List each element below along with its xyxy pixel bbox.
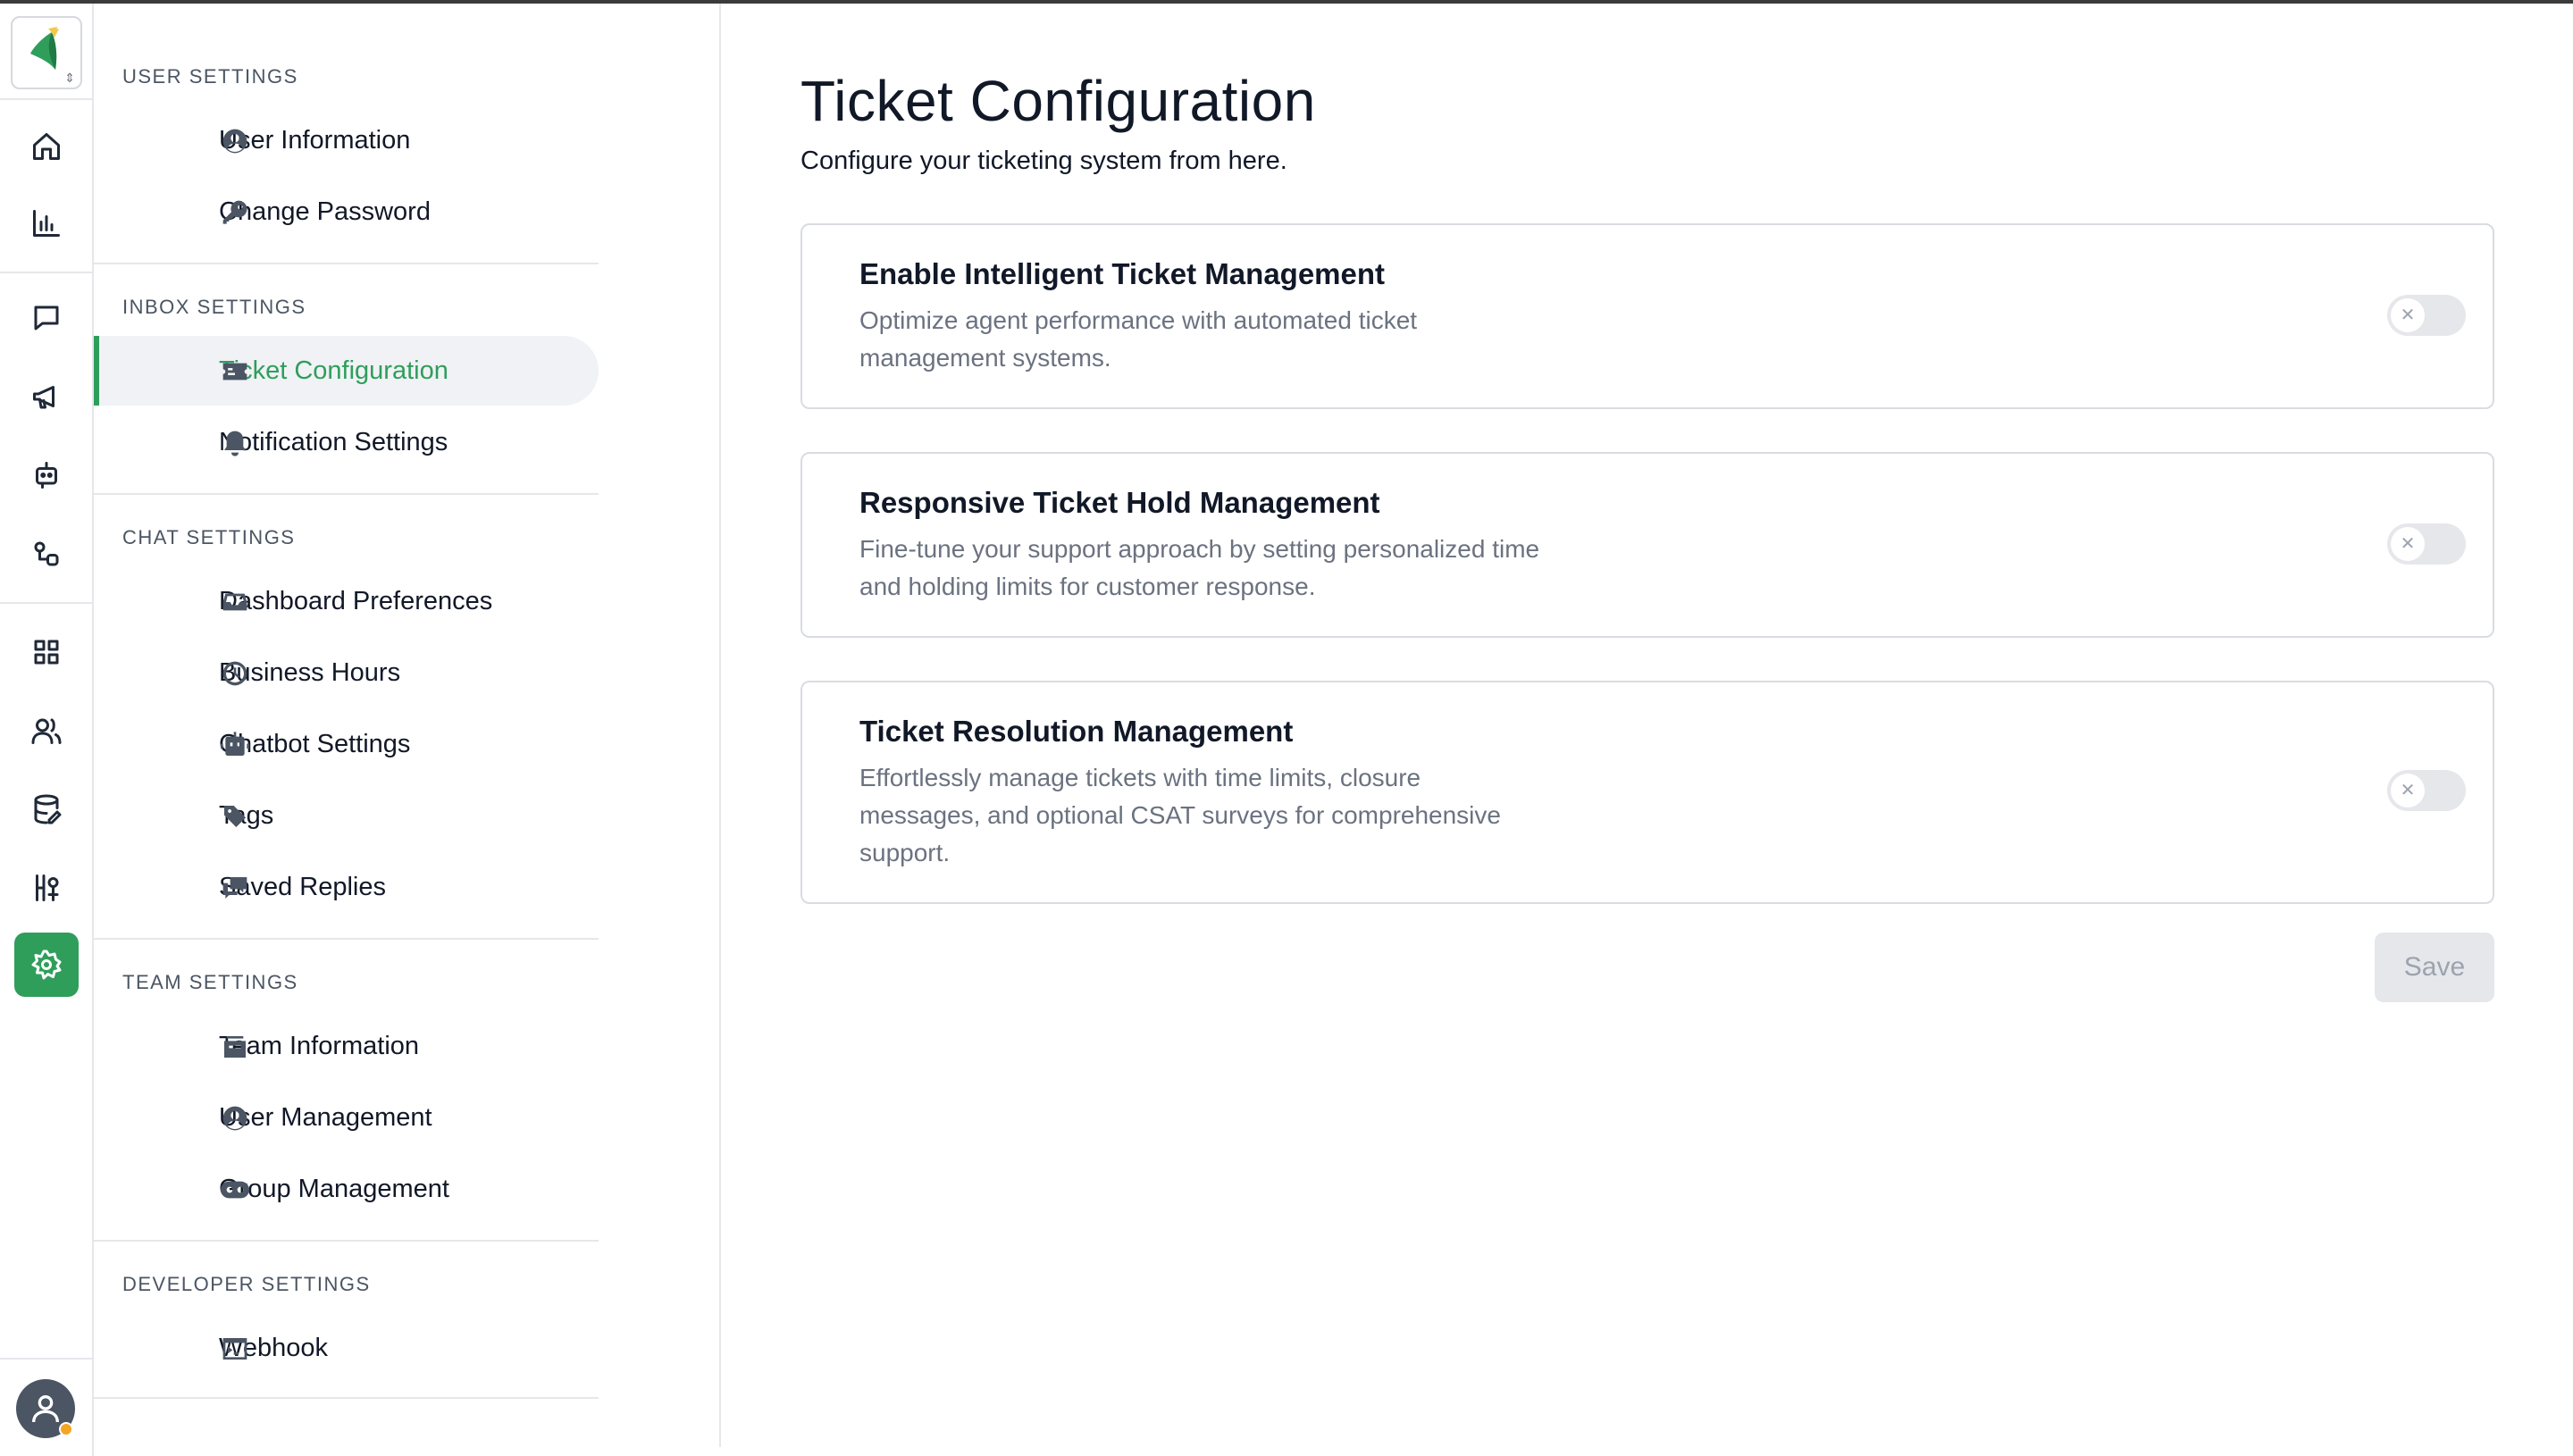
card-description: Fine-tune your support approach by setti…: [859, 531, 1539, 606]
rail-divider: [0, 602, 92, 604]
card-description-line: Optimize agent performance with automate…: [859, 306, 1418, 334]
group-icon: [221, 1176, 249, 1204]
database-icon[interactable]: [21, 784, 71, 834]
close-icon: ✕: [2391, 298, 2425, 332]
nav-item-label: Change Password: [219, 197, 431, 226]
nav-item-tags[interactable]: Tags: [94, 781, 599, 850]
bot-icon[interactable]: [21, 450, 71, 500]
nav-item-team-information[interactable]: Team Information: [94, 1011, 599, 1081]
user-circle-icon: [221, 127, 249, 155]
analytics-icon[interactable]: [21, 198, 71, 248]
card-title: Enable Intelligent Ticket Management: [859, 257, 1386, 290]
megaphone-icon[interactable]: [21, 372, 71, 422]
nav-item-notification-settings[interactable]: Notification Settings: [94, 407, 599, 477]
ticket-resolution-management-toggle[interactable]: ✕: [2387, 770, 2466, 811]
terminal-icon: [221, 1335, 249, 1363]
section-title-user-settings: USER SETTINGS: [122, 65, 298, 88]
nav-item-label: User Management: [219, 1102, 432, 1132]
nav-divider: [94, 938, 599, 940]
nav-item-saved-replies[interactable]: Saved Replies: [94, 852, 599, 922]
nav-divider: [94, 493, 599, 495]
rail-divider: [0, 272, 92, 273]
card-description: Optimize agent performance with automate…: [859, 302, 1417, 377]
ticket-hold-management-toggle[interactable]: ✕: [2387, 523, 2466, 565]
setting-card-ticket-resolution-management: Ticket Resolution Management Effortlessl…: [800, 681, 2494, 904]
card-title: Ticket Resolution Management: [859, 715, 1294, 748]
nav-item-change-password[interactable]: Change Password: [94, 177, 599, 247]
nav-item-ticket-configuration[interactable]: Ticket Configuration: [94, 336, 599, 406]
section-title-chat-settings: CHAT SETTINGS: [122, 526, 296, 548]
card-description-line: Fine-tune your support approach by setti…: [859, 535, 1540, 563]
nav-item-label: Group Management: [219, 1174, 449, 1203]
chevron-updown-icon: ⇕: [64, 71, 75, 85]
inbox-icon: [221, 588, 249, 616]
chat-bubbles-icon: [221, 874, 249, 902]
nav-item-chatbot-settings[interactable]: Chatbot Settings: [94, 709, 599, 779]
team-icon: [221, 1033, 249, 1061]
page-subtitle: Configure your ticketing system from her…: [800, 146, 1287, 175]
card-description-line: messages, and optional CSAT surveys for …: [859, 801, 1501, 829]
card-description-line: and holding limits for customer response…: [859, 573, 1316, 600]
app-logo-icon: [30, 27, 59, 70]
user-circle-icon: [221, 1104, 249, 1133]
nav-item-user-information[interactable]: User Information: [94, 105, 599, 175]
nav-item-webhook[interactable]: Webhook: [94, 1313, 599, 1383]
setting-card-ticket-hold-management: Responsive Ticket Hold Management Fine-t…: [800, 452, 2494, 638]
rail-divider: [0, 98, 92, 100]
settings-gear-icon[interactable]: [14, 933, 79, 997]
save-button[interactable]: Save: [2375, 933, 2494, 1002]
user-icon: [32, 1395, 59, 1423]
chat-icon[interactable]: [21, 293, 71, 343]
nav-item-label: Dashboard Preferences: [219, 586, 493, 615]
section-title-developer-settings: DEVELOPER SETTINGS: [122, 1273, 371, 1295]
rail-divider: [0, 1358, 92, 1360]
clock-icon: [221, 659, 249, 688]
intelligent-ticket-management-toggle[interactable]: ✕: [2387, 295, 2466, 336]
card-description-line: management systems.: [859, 344, 1111, 372]
contacts-icon[interactable]: [21, 706, 71, 756]
workflow-icon[interactable]: [21, 529, 71, 579]
setting-card-intelligent-ticket-management: Enable Intelligent Ticket Management Opt…: [800, 223, 2494, 409]
section-title-inbox-settings: INBOX SETTINGS: [122, 296, 306, 318]
nav-item-label: Notification Settings: [219, 427, 448, 456]
presence-status-dot: [59, 1422, 73, 1436]
nav-item-user-management[interactable]: User Management: [94, 1083, 599, 1152]
card-description-line: Effortlessly manage tickets with time li…: [859, 764, 1421, 791]
key-icon: [221, 198, 249, 227]
nav-item-business-hours[interactable]: Business Hours: [94, 638, 599, 707]
nav-divider: [94, 1240, 599, 1242]
close-icon: ✕: [2391, 774, 2425, 807]
card-description-line: support.: [859, 839, 951, 866]
card-description: Effortlessly manage tickets with time li…: [859, 759, 1501, 872]
workspace-switcher[interactable]: ⇕: [11, 16, 82, 89]
icon-rail: ⇕: [0, 4, 94, 1456]
robot-icon: [221, 731, 249, 759]
nav-item-dashboard-preferences[interactable]: Dashboard Preferences: [94, 566, 599, 636]
section-title-team-settings: TEAM SETTINGS: [122, 971, 298, 993]
nav-divider: [94, 263, 599, 264]
close-icon: ✕: [2391, 527, 2425, 561]
nav-item-group-management[interactable]: Group Management: [94, 1154, 599, 1224]
integrations-icon[interactable]: [21, 863, 71, 913]
page-title: Ticket Configuration: [800, 69, 1316, 133]
apps-grid-icon[interactable]: [21, 627, 71, 677]
ticket-icon: [221, 357, 249, 386]
card-title: Responsive Ticket Hold Management: [859, 486, 1380, 519]
nav-item-label: Ticket Configuration: [219, 356, 448, 385]
tag-icon: [221, 802, 249, 831]
user-avatar[interactable]: [16, 1379, 75, 1438]
home-icon[interactable]: [21, 121, 71, 172]
nav-divider: [94, 1397, 599, 1399]
bell-icon: [221, 429, 249, 457]
